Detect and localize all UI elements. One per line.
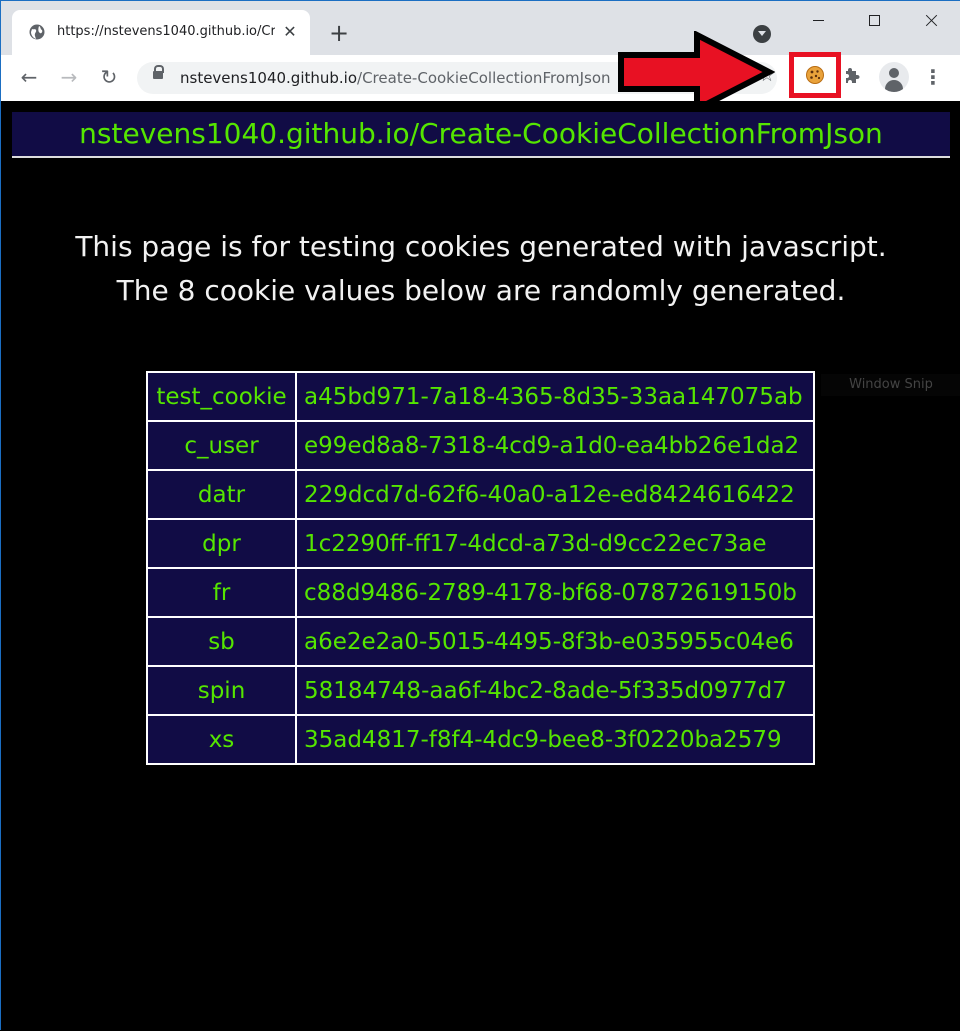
forward-button[interactable]: →	[55, 63, 83, 91]
browser-window: https://nstevens1040.github.io/Create-Co…	[0, 0, 960, 1031]
cookie-value: c88d9486-2789-4178-bf68-07872619150b	[295, 567, 815, 618]
cookie-name: dpr	[146, 518, 297, 569]
table-row: sb a6e2e2a0-5015-4495-8f3b-e035955c04e6	[146, 616, 815, 667]
cookie-table: test_cookie a45bd971-7a18-4365-8d35-33aa1…	[146, 371, 815, 765]
cookie-value: 229dcd7d-62f6-40a0-a12e-ed8424616422	[295, 469, 815, 520]
cookie-value: 35ad4817-f8f4-4dc9-bee8-3f0220ba2579	[295, 714, 815, 765]
intro-line-1: This page is for testing cookies generat…	[75, 230, 887, 263]
url-host: nstevens1040.github.io	[180, 69, 358, 87]
close-tab-icon[interactable]: ✕	[280, 22, 300, 42]
url-path: /Create-CookieCollectionFromJson	[357, 69, 611, 87]
cookie-value: e99ed8a8-7318-4cd9-a1d0-ea4bb26e1da2	[295, 420, 815, 471]
cookie-extension-highlight[interactable]	[789, 52, 841, 98]
browser-toolbar: ← → ↻ nstevens1040.github.io/Create-Cook…	[1, 52, 960, 101]
table-row: xs 35ad4817-f8f4-4dc9-bee8-3f0220ba2579	[146, 714, 815, 765]
intro-text: This page is for testing cookies generat…	[31, 225, 931, 313]
table-row: datr 229dcd7d-62f6-40a0-a12e-ed8424616422	[146, 469, 815, 520]
cookie-name: spin	[146, 665, 297, 716]
tab-strip: https://nstevens1040.github.io/Create-Co…	[1, 1, 960, 55]
cookie-name: c_user	[146, 420, 297, 471]
maximize-button[interactable]	[846, 1, 904, 41]
tab-title: https://nstevens1040.github.io/Create-Co…	[57, 24, 275, 39]
window-snip-label: Window Snip	[821, 374, 960, 396]
intro-line-2: The 8 cookie values below are randomly g…	[116, 274, 846, 307]
table-row: dpr 1c2290ff-ff17-4dcd-a73d-d9cc22ec73ae	[146, 518, 815, 569]
cookie-value: 58184748-aa6f-4bc2-8ade-5f335d0977d7	[295, 665, 815, 716]
cookie-name: sb	[146, 616, 297, 667]
minimize-button[interactable]	[790, 1, 848, 41]
page-content: nstevens1040.github.io/Create-CookieColl…	[1, 101, 960, 1031]
cookie-value: a6e2e2a0-5015-4495-8f3b-e035955c04e6	[295, 616, 815, 667]
menu-icon[interactable]: ⋮	[923, 65, 943, 89]
cookie-icon	[806, 66, 824, 84]
table-row: test_cookie a45bd971-7a18-4365-8d35-33aa1…	[146, 371, 815, 422]
reload-button[interactable]: ↻	[95, 63, 123, 91]
window-close-button[interactable]	[902, 1, 960, 41]
cookie-name: fr	[146, 567, 297, 618]
profile-avatar[interactable]	[879, 62, 909, 92]
browser-tab[interactable]: https://nstevens1040.github.io/Create-Co…	[12, 10, 310, 55]
cookie-name: xs	[146, 714, 297, 765]
back-button[interactable]: ←	[15, 63, 43, 91]
cookie-value: a45bd971-7a18-4365-8d35-33aa147075ab	[295, 371, 815, 422]
new-tab-button[interactable]: +	[327, 21, 351, 45]
table-row: fr c88d9486-2789-4178-bf68-07872619150b	[146, 567, 815, 618]
cookie-name: test_cookie	[146, 371, 297, 422]
cookie-name: datr	[146, 469, 297, 520]
table-row: c_user e99ed8a8-7318-4cd9-a1d0-ea4bb26e1d…	[146, 420, 815, 471]
cookie-value: 1c2290ff-ff17-4dcd-a73d-d9cc22ec73ae	[295, 518, 815, 569]
table-row: spin 58184748-aa6f-4bc2-8ade-5f335d0977d7	[146, 665, 815, 716]
page-header: nstevens1040.github.io/Create-CookieColl…	[12, 112, 950, 158]
puzzle-icon[interactable]	[843, 66, 863, 86]
globe-icon	[29, 24, 45, 40]
lock-icon[interactable]	[153, 65, 164, 79]
